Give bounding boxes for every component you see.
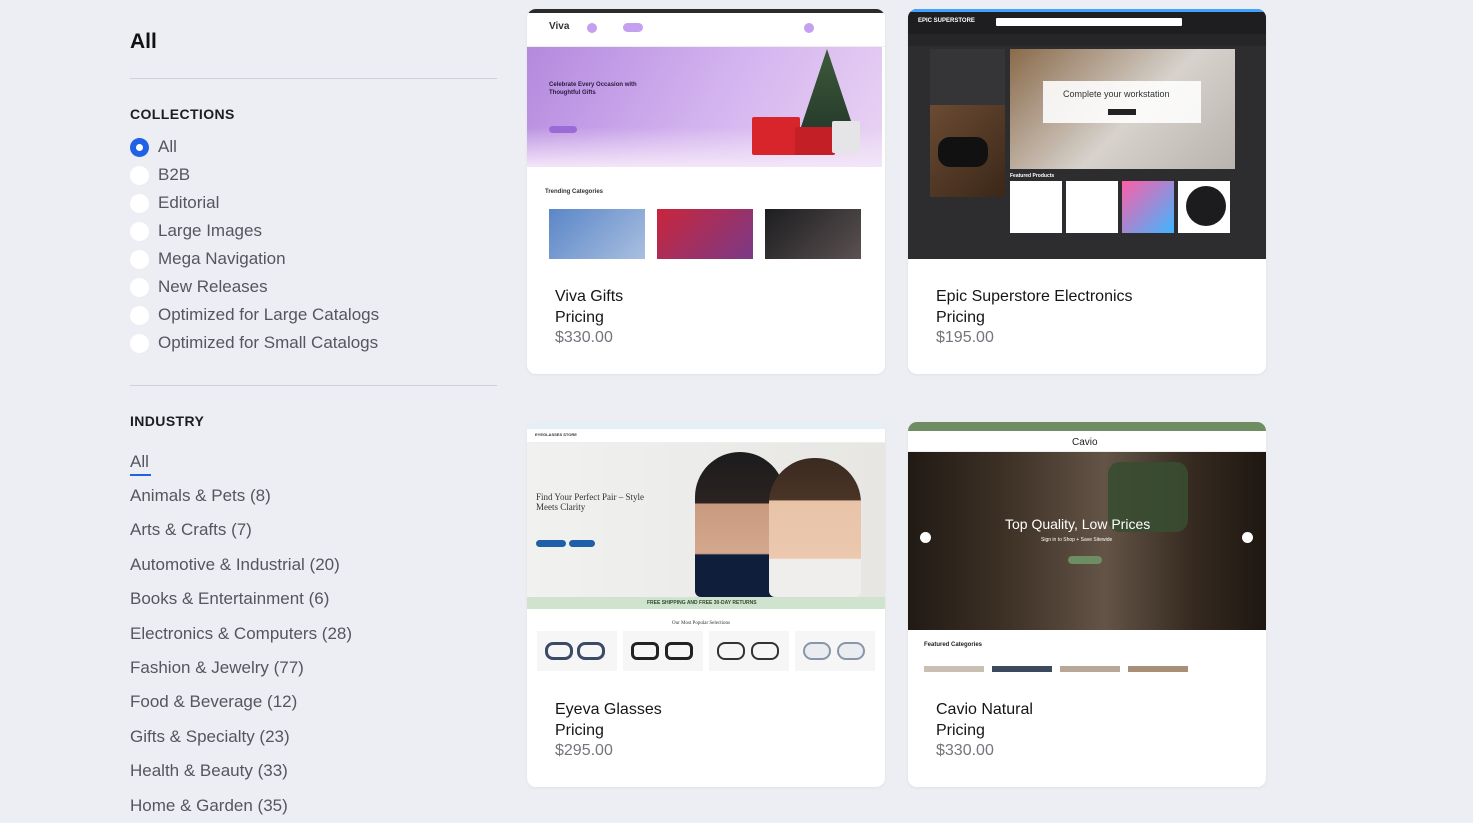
industry-link-arts-crafts[interactable]: Arts & Crafts (7)	[130, 520, 252, 540]
collection-label: B2B	[158, 165, 191, 184]
theme-name[interactable]: Epic Superstore Electronics	[936, 286, 1236, 307]
theme-card-viva-gifts[interactable]: Viva Celebrate Every Occasion with Thoug…	[527, 9, 885, 374]
preview-logo: Cavio	[1072, 437, 1098, 448]
preview-section-title: Trending Categories	[545, 189, 604, 195]
preview-section-title: Our Most Popular Selections	[672, 621, 730, 626]
theme-pricing-label: Pricing	[936, 309, 985, 326]
radio-icon[interactable]	[130, 165, 149, 185]
industry-link-gifts[interactable]: Gifts & Specialty (23)	[130, 727, 290, 747]
collection-label: Optimized for Small Catalogs	[158, 333, 379, 352]
preview-headline: Top Quality, Low Prices	[1005, 516, 1151, 532]
radio-icon[interactable]	[130, 249, 149, 269]
collection-option-mega-navigation[interactable]: Mega Navigation	[130, 248, 286, 270]
theme-preview-image[interactable]: EPIC SUPERSTORE Complete your workstatio…	[908, 9, 1266, 259]
collection-option-small-catalogs[interactable]: Optimized for Small Catalogs	[130, 332, 378, 354]
industry-link-all[interactable]: All	[130, 452, 149, 472]
collection-label: Large Images	[158, 221, 262, 240]
preview-headline: Celebrate Every Occasion with Thoughtful…	[549, 82, 637, 96]
collection-option-editorial[interactable]: Editorial	[130, 192, 219, 214]
theme-preview-image[interactable]: Viva Celebrate Every Occasion with Thoug…	[527, 9, 885, 259]
preview-section-title: Featured Categories	[924, 642, 983, 648]
collection-label: All	[158, 137, 177, 156]
collection-option-new-releases[interactable]: New Releases	[130, 276, 268, 298]
theme-card-eyeva-glasses[interactable]: EYEGLASSES STORE Find Your Perfect Pair …	[527, 422, 885, 787]
preview-tagline: Sign in to Shop + Save Sitewide	[1041, 537, 1113, 543]
radio-checked-icon[interactable]	[130, 137, 149, 157]
theme-card-epic-superstore[interactable]: EPIC SUPERSTORE Complete your workstatio…	[908, 9, 1266, 374]
theme-name[interactable]: Eyeva Glasses	[555, 699, 855, 720]
theme-pricing-label: Pricing	[555, 722, 604, 739]
page-title: All	[130, 30, 157, 53]
industry-link-electronics[interactable]: Electronics & Computers (28)	[130, 624, 352, 644]
collection-option-all[interactable]: All	[130, 136, 177, 158]
collection-label: Mega Navigation	[158, 249, 286, 268]
active-underline	[130, 474, 151, 476]
radio-icon[interactable]	[130, 193, 149, 213]
collections-title: COLLECTIONS	[130, 106, 235, 122]
theme-pricing-label: Pricing	[936, 722, 985, 739]
divider	[130, 78, 497, 79]
industry-link-health[interactable]: Health & Beauty (33)	[130, 761, 288, 781]
industry-link-automotive[interactable]: Automotive & Industrial (20)	[130, 555, 340, 575]
preview-logo: Viva	[549, 21, 570, 32]
theme-price: $330.00	[936, 742, 994, 759]
collection-option-b2b[interactable]: B2B	[130, 164, 190, 186]
theme-preview-image[interactable]: EYEGLASSES STORE Find Your Perfect Pair …	[527, 422, 885, 672]
theme-name[interactable]: Cavio Natural	[936, 699, 1236, 720]
theme-pricing-label: Pricing	[555, 309, 604, 326]
preview-section-title: Featured Products	[1010, 173, 1055, 179]
theme-price: $195.00	[936, 329, 994, 346]
radio-icon[interactable]	[130, 305, 149, 325]
industry-title: INDUSTRY	[130, 413, 205, 429]
divider	[130, 385, 497, 386]
preview-banner: FREE SHIPPING AND FREE 30-DAY RETURNS	[647, 600, 757, 606]
collection-option-large-images[interactable]: Large Images	[130, 220, 262, 242]
radio-icon[interactable]	[130, 333, 149, 353]
industry-link-books[interactable]: Books & Entertainment (6)	[130, 589, 329, 609]
industry-link-animals-pets[interactable]: Animals & Pets (8)	[130, 486, 271, 506]
theme-card-cavio-natural[interactable]: Cavio Top Quality, Low Prices Sign in to…	[908, 422, 1266, 787]
radio-icon[interactable]	[130, 221, 149, 241]
theme-name[interactable]: Viva Gifts	[555, 286, 855, 307]
industry-link-home-garden[interactable]: Home & Garden (35)	[130, 796, 288, 816]
preview-logo: EPIC SUPERSTORE	[918, 18, 975, 24]
industry-link-food[interactable]: Food & Beverage (12)	[130, 692, 297, 712]
collection-label: New Releases	[158, 277, 268, 296]
collection-label: Editorial	[158, 193, 220, 212]
theme-price: $330.00	[555, 329, 613, 346]
collection-option-large-catalogs[interactable]: Optimized for Large Catalogs	[130, 304, 379, 326]
preview-logo: EYEGLASSES STORE	[535, 432, 577, 437]
collection-label: Optimized for Large Catalogs	[158, 305, 380, 324]
industry-link-fashion[interactable]: Fashion & Jewelry (77)	[130, 658, 304, 678]
preview-headline: Complete your workstation	[1063, 89, 1170, 99]
theme-preview-image[interactable]: Cavio Top Quality, Low Prices Sign in to…	[908, 422, 1266, 672]
preview-headline: Find Your Perfect Pair – Style Meets Cla…	[536, 492, 644, 512]
theme-price: $295.00	[555, 742, 613, 759]
radio-icon[interactable]	[130, 277, 149, 297]
